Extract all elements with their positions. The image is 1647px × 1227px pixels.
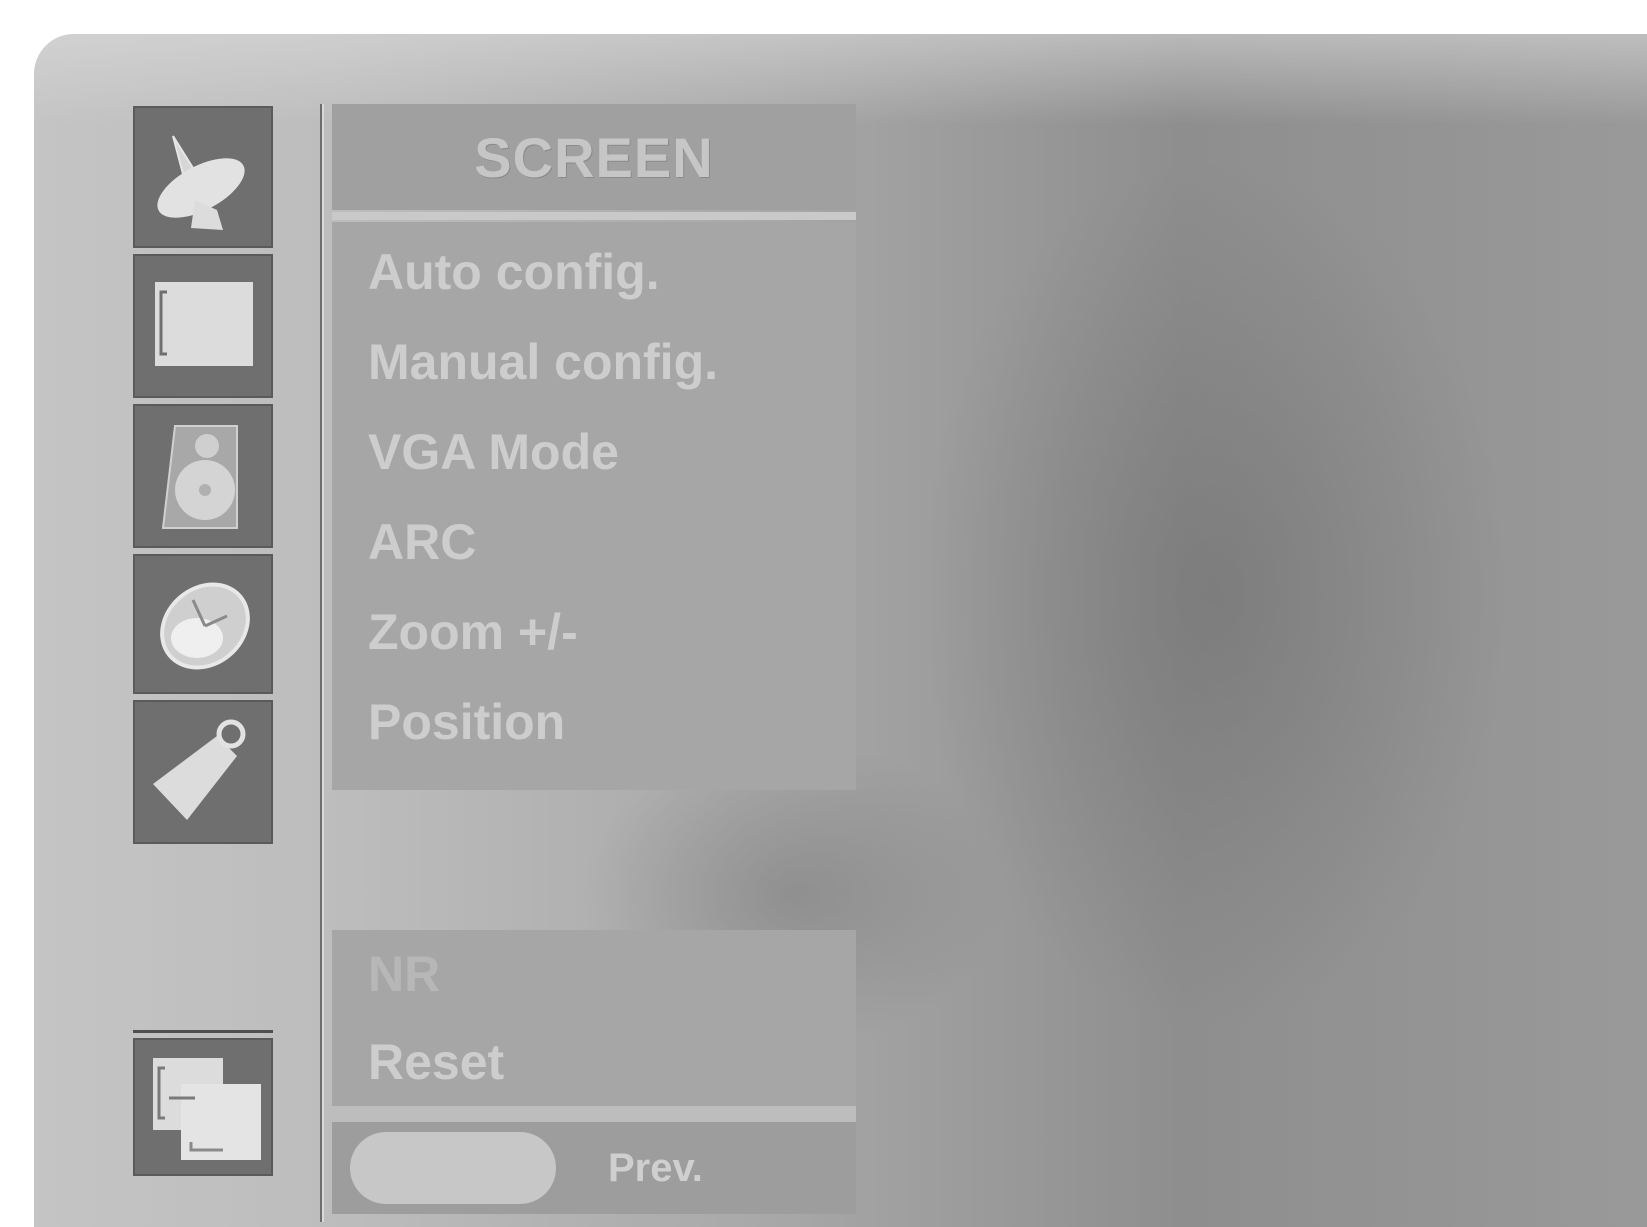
menu-divider-line [320, 104, 324, 1222]
menu-title: SCREEN [474, 125, 714, 189]
menu-item-label: Reset [368, 1034, 505, 1090]
sidebar-divider [133, 1030, 273, 1033]
speaker-icon[interactable] [133, 404, 273, 548]
menu-item-manual-config[interactable]: Manual config. [368, 316, 856, 408]
title-separator [332, 212, 856, 220]
menu-item-label: Manual config. [368, 334, 718, 390]
picture-icon[interactable] [133, 254, 273, 398]
menu-item-arc[interactable]: ARC [368, 496, 856, 588]
menu-item-label: NR [368, 946, 441, 1002]
prev-label: Prev. [608, 1145, 703, 1190]
screen-overlap-icon[interactable] [133, 1038, 273, 1176]
menu-item-label: Zoom +/- [368, 604, 578, 660]
menu-item-label: ARC [368, 514, 477, 570]
osd-menu-window: SCREEN Auto config. Manual config. VGA M… [34, 34, 1647, 1227]
menu-item-nr: NR [368, 930, 856, 1018]
menu-item-zoom[interactable]: Zoom +/- [368, 586, 856, 678]
menu-list: Auto config. Manual config. VGA Mode ARC… [332, 222, 856, 790]
satellite-dish-icon[interactable] [133, 106, 273, 248]
menu-item-auto-config[interactable]: Auto config. [368, 226, 856, 318]
menu-item-reset[interactable]: Reset [368, 1018, 856, 1106]
menu-item-vga-mode[interactable]: VGA Mode [368, 406, 856, 498]
menu-item-label: Position [368, 694, 566, 750]
menu-item-label: VGA Mode [368, 424, 619, 480]
footer-separator [332, 1106, 856, 1122]
footer-bar: Prev. [332, 1122, 856, 1214]
tag-icon[interactable] [133, 700, 273, 844]
menu-item-position[interactable]: Position [368, 676, 856, 768]
clock-icon[interactable] [133, 554, 273, 694]
menu-title-bar: SCREEN [332, 104, 856, 210]
menu-list-lower: NR Reset [332, 930, 856, 1106]
menu-item-label: Auto config. [368, 244, 660, 300]
prev-button[interactable] [350, 1132, 556, 1204]
